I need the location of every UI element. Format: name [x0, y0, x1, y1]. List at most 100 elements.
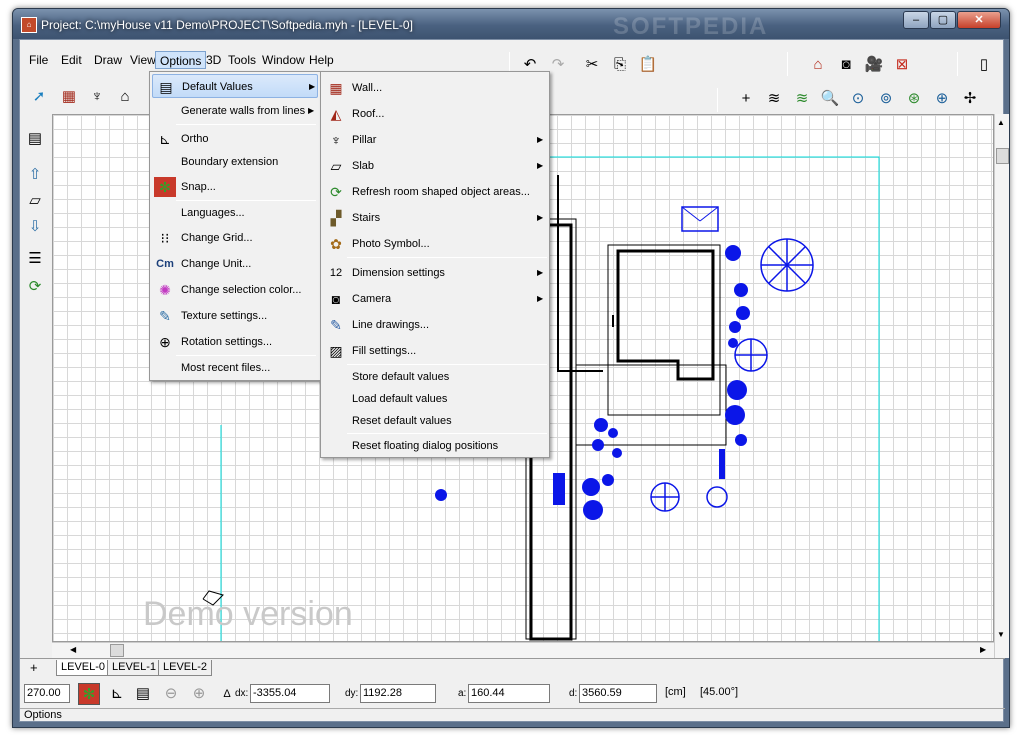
menu-item-reset-floating-dialog-positions[interactable]: Reset floating dialog positions: [323, 434, 547, 458]
zoom-previous-icon[interactable]: ⊛: [903, 88, 925, 110]
properties-icon[interactable]: ▤: [24, 128, 46, 150]
menu-item-refresh-room-areas[interactable]: ⟳ Refresh room shaped object areas...: [323, 180, 547, 204]
menu-item-default-values[interactable]: ▤ Default Values ▶: [152, 74, 318, 98]
angle-input[interactable]: 270.00: [24, 684, 70, 703]
paste-icon[interactable]: 📋: [637, 54, 659, 76]
zoom-window-icon[interactable]: ⊙: [847, 88, 869, 110]
tab-level-2[interactable]: LEVEL-2: [158, 660, 213, 676]
menu-item-fill-settings[interactable]: ▨ Fill settings...: [323, 339, 547, 363]
level-up-icon[interactable]: ⇧: [24, 164, 46, 186]
ortho-toggle-icon[interactable]: ⊾: [106, 683, 128, 705]
add-icon[interactable]: +: [735, 88, 757, 110]
render-icon[interactable]: ◙: [835, 54, 857, 76]
zoom-out-icon[interactable]: ⊕: [931, 88, 953, 110]
a-input[interactable]: 160.44: [468, 684, 550, 703]
scroll-up-icon[interactable]: ▲: [997, 118, 1005, 127]
menu-options[interactable]: Options: [155, 51, 207, 69]
texture-icon: ✎: [159, 308, 171, 324]
pillar-tool-icon[interactable]: ♆: [86, 86, 108, 108]
menu-bar: File Edit Draw View Options 3D Tools Win…: [20, 48, 495, 72]
refresh-view-icon[interactable]: ⟳: [24, 276, 46, 298]
menu-item-wall[interactable]: ▦ Wall...: [323, 76, 547, 100]
add-level-button[interactable]: +: [30, 660, 38, 675]
menu-window[interactable]: Window: [258, 51, 309, 69]
rotate-left-icon[interactable]: ⊖: [160, 683, 182, 705]
scroll-down-icon[interactable]: ▼: [997, 630, 1005, 639]
zoom-extents-icon[interactable]: ⊚: [875, 88, 897, 110]
scroll-right-icon[interactable]: ▶: [980, 645, 986, 654]
close-button[interactable]: ✕: [957, 11, 1001, 29]
menu-item-texture-settings[interactable]: ✎ Texture settings...: [152, 304, 318, 328]
photo-symbol-icon: ✿: [330, 236, 342, 252]
stack-icon[interactable]: ☰: [24, 248, 46, 270]
zoom-in-icon[interactable]: 🔍: [819, 88, 841, 110]
slab-icon: ▱: [330, 158, 342, 174]
roof-tool-icon[interactable]: ⌂: [114, 86, 136, 108]
menu-item-store-default-values[interactable]: Store default values: [323, 365, 547, 389]
menu-item-photo-symbol[interactable]: ✿ Photo Symbol...: [323, 232, 547, 256]
menu-item-change-selection-color[interactable]: ✺ Change selection color...: [152, 278, 318, 302]
roof-icon: ◭: [330, 106, 342, 122]
menu-item-snap[interactable]: ✻ Snap...: [152, 175, 318, 199]
level-down-icon[interactable]: ⇩: [24, 216, 46, 238]
walkthrough-camera-icon[interactable]: 🎥: [863, 54, 885, 76]
menu-item-boundary-extension[interactable]: Boundary extension: [152, 150, 318, 174]
menu-edit[interactable]: Edit: [57, 51, 86, 69]
menu-item-change-grid[interactable]: ⁝⁝ Change Grid...: [152, 226, 318, 250]
menu-item-ortho[interactable]: ⊾ Ortho: [152, 127, 318, 151]
menu-tools[interactable]: Tools: [224, 51, 260, 69]
menu-item-reset-default-values[interactable]: Reset default values: [323, 409, 547, 433]
menu-item-dimension-settings[interactable]: 12 Dimension settings ▶: [323, 261, 547, 285]
menu-draw[interactable]: Draw: [90, 51, 126, 69]
layers-icon[interactable]: ≋: [763, 88, 785, 110]
scroll-left-icon[interactable]: ◀: [70, 645, 76, 654]
eraser-icon[interactable]: ▱: [24, 190, 46, 212]
color-wheel-icon: ✺: [159, 282, 171, 298]
minimize-button[interactable]: –: [903, 11, 929, 29]
copy-icon[interactable]: ⎘: [609, 54, 631, 76]
rotate-right-icon[interactable]: ⊕: [188, 683, 210, 705]
horizontal-scrollbar[interactable]: ◀ ▶: [52, 642, 994, 658]
menu-item-most-recent-files[interactable]: Most recent files...: [152, 356, 318, 380]
unit-icon: Cm: [156, 258, 174, 270]
dy-input[interactable]: 1192.28: [360, 684, 436, 703]
menu-item-roof[interactable]: ◭ Roof...: [323, 102, 547, 126]
level-tabs: + LEVEL-0 LEVEL-1 LEVEL-2: [20, 658, 1005, 676]
pan-icon[interactable]: ✢: [959, 88, 981, 110]
menu-help[interactable]: Help: [305, 51, 338, 69]
menu-3d[interactable]: 3D: [202, 51, 225, 69]
menu-item-languages[interactable]: Languages...: [152, 201, 318, 225]
wall-tool-icon[interactable]: ▦: [58, 86, 80, 108]
tab-level-1[interactable]: LEVEL-1: [107, 660, 162, 676]
cut-icon[interactable]: ✂: [581, 54, 603, 76]
no-render-icon[interactable]: ⊠: [891, 54, 913, 76]
menu-item-rotation-settings[interactable]: ⊕ Rotation settings...: [152, 330, 318, 354]
new-page-icon[interactable]: ▯: [973, 54, 995, 76]
menu-item-change-unit[interactable]: Cm Change Unit...: [152, 252, 318, 276]
menu-item-pillar[interactable]: ♆ Pillar ▶: [323, 128, 547, 152]
title-bar[interactable]: ⌂ Project: C:\myHouse v11 Demo\PROJECT\S…: [13, 9, 1009, 40]
menu-file[interactable]: File: [25, 51, 52, 69]
vertical-scroll-thumb[interactable]: [996, 148, 1009, 164]
maximize-button[interactable]: ▢: [930, 11, 956, 29]
house-3d-icon[interactable]: ⌂: [807, 54, 829, 76]
grid-icon: ⁝⁝: [160, 230, 170, 246]
dx-input[interactable]: -3355.04: [250, 684, 330, 703]
menu-item-line-drawings[interactable]: ✎ Line drawings...: [323, 313, 547, 337]
menu-item-camera[interactable]: ◙ Camera ▶: [323, 287, 547, 311]
menu-item-load-default-values[interactable]: Load default values: [323, 387, 547, 411]
layers-green-icon[interactable]: ≋: [791, 88, 813, 110]
select-arrow-icon[interactable]: ➚: [28, 86, 50, 108]
menu-item-generate-walls[interactable]: Generate walls from lines ▶: [152, 99, 318, 123]
snap-toggle-icon[interactable]: ✻: [78, 683, 100, 705]
submenu-arrow-icon: ▶: [537, 268, 544, 277]
redo-icon[interactable]: ↷: [547, 54, 569, 76]
d-input[interactable]: 3560.59: [579, 684, 657, 703]
grid-toggle-icon[interactable]: ▤: [132, 683, 154, 705]
vertical-scrollbar[interactable]: ▲ ▼: [994, 114, 1009, 658]
menu-item-stairs[interactable]: ▞ Stairs ▶: [323, 206, 547, 230]
app-icon: ⌂: [21, 17, 37, 33]
horizontal-scroll-thumb[interactable]: [110, 644, 124, 657]
menu-item-slab[interactable]: ▱ Slab ▶: [323, 154, 547, 178]
tab-level-0[interactable]: LEVEL-0: [56, 660, 111, 676]
